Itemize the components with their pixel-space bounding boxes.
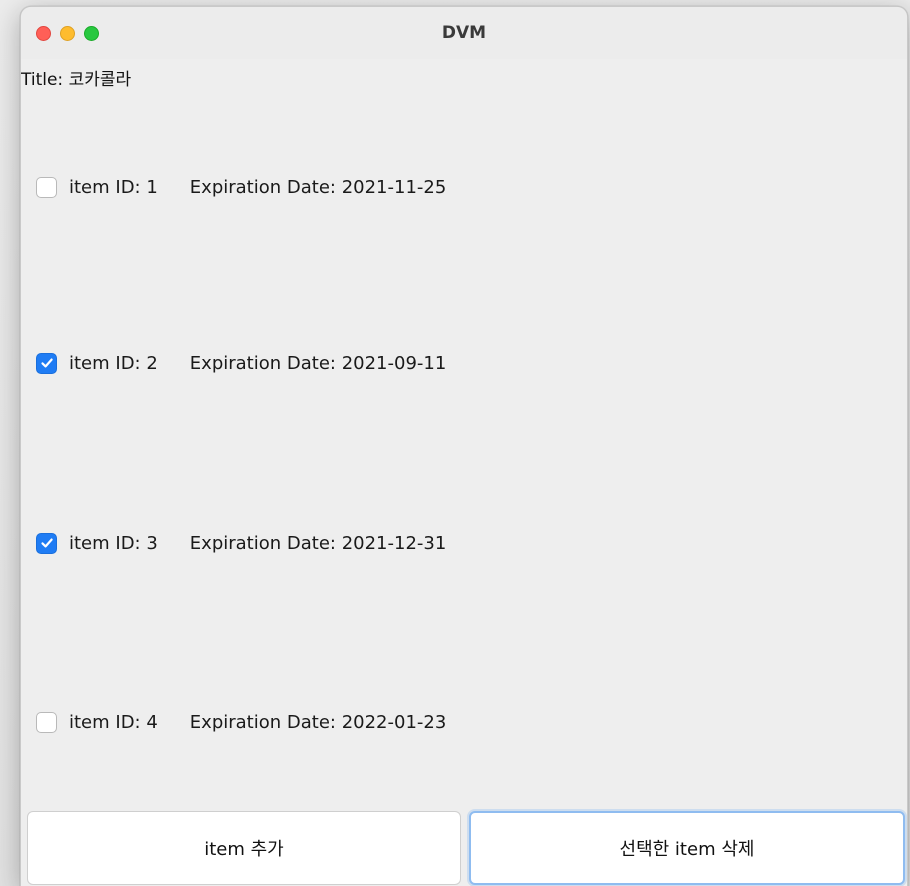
item-id-label: item ID: 3: [69, 532, 158, 554]
title-bar[interactable]: DVM: [21, 7, 907, 59]
item-checkbox-1[interactable]: [36, 176, 57, 198]
product-title-label: Title: 코카콜라: [21, 70, 132, 90]
add-item-button[interactable]: item 추가: [27, 811, 461, 885]
desktop: DVM Title: 코카콜라 item ID: 1 Expiration Da…: [0, 0, 910, 886]
expiration-date-label: Expiration Date: 2021-11-25: [189, 176, 447, 198]
item-row-1: item ID: 1 Expiration Date: 2021-11-25: [36, 174, 446, 200]
item-id-label: item ID: 4: [69, 711, 158, 733]
dvm-window: DVM Title: 코카콜라 item ID: 1 Expiration Da…: [20, 6, 908, 886]
checkmark-icon: [40, 538, 53, 548]
item-checkbox-4[interactable]: [36, 711, 57, 733]
delete-selected-items-button[interactable]: 선택한 item 삭제: [469, 811, 905, 885]
item-row-2: item ID: 2 Expiration Date: 2021-09-11: [36, 350, 446, 376]
content-area: Title: 코카콜라 item ID: 1 Expiration Date: …: [21, 59, 907, 886]
window-title: DVM: [441, 23, 487, 43]
item-row-4: item ID: 4 Expiration Date: 2022-01-23: [36, 709, 446, 735]
expiration-date-label: Expiration Date: 2022-01-23: [189, 711, 447, 733]
item-checkbox-3[interactable]: [36, 532, 57, 554]
item-id-label: item ID: 1: [69, 176, 158, 198]
checkmark-icon: [40, 358, 53, 368]
expiration-date-label: Expiration Date: 2021-09-11: [189, 352, 447, 374]
item-checkbox-2[interactable]: [36, 352, 57, 374]
item-row-3: item ID: 3 Expiration Date: 2021-12-31: [36, 530, 446, 556]
expiration-date-label: Expiration Date: 2021-12-31: [189, 532, 447, 554]
item-id-label: item ID: 2: [69, 352, 158, 374]
